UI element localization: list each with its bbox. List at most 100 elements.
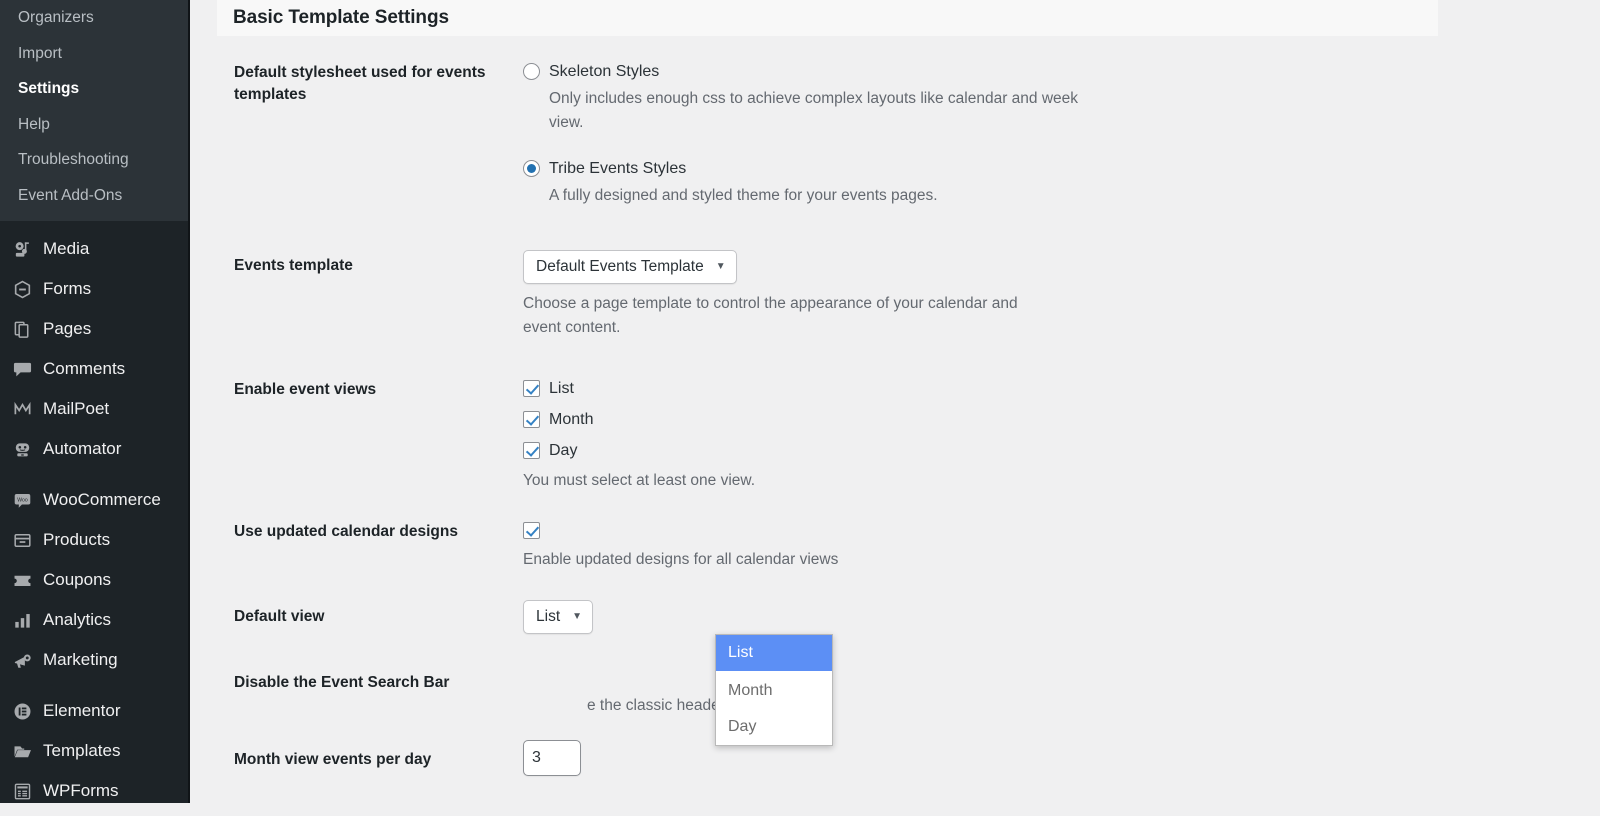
submenu-item-label: Organizers [18, 9, 94, 26]
menu-separator [0, 680, 188, 691]
events-template-select[interactable]: Default Events Template ▼ [523, 250, 737, 284]
menu-item-media[interactable]: Media [0, 229, 188, 269]
menu-item-mailpoet[interactable]: MailPoet [0, 389, 188, 429]
checkbox-view-day[interactable] [523, 442, 540, 459]
default-view-value: List [536, 608, 561, 625]
checkbox-label-month: Month [549, 411, 594, 428]
field-enable-event-views: List Month Day You must select at least … [523, 379, 1423, 493]
menu-item-wpforms[interactable]: WPForms [0, 771, 188, 803]
events-template-value: Default Events Template [536, 258, 704, 275]
menu-item-pages[interactable]: Pages [0, 309, 188, 349]
submenu-item-event-add-ons[interactable]: Event Add-Ons [0, 178, 188, 214]
menu-item-label: Forms [43, 279, 92, 298]
menu-item-automator[interactable]: Automator [0, 429, 188, 469]
menu-item-label: Templates [43, 741, 121, 760]
menu-item-label: Pages [43, 319, 92, 338]
label-enable-event-views: Enable event views [234, 381, 377, 398]
radio-skeleton-styles[interactable] [523, 63, 540, 80]
field-default-stylesheet: Skeleton Styles Only includes enough css… [523, 62, 1423, 208]
checkbox-option-month[interactable]: Month [523, 410, 1423, 430]
settings-main-content: Basic Template Settings Default styleshe… [192, 0, 1600, 803]
label-default-stylesheet: Default stylesheet used for events templ… [234, 64, 486, 103]
checkbox-option-list[interactable]: List [523, 379, 1423, 399]
submenu-item-label: Help [18, 115, 50, 133]
label-month-events-per-day: Month view events per day [234, 751, 432, 768]
chevron-down-icon: ▼ [572, 611, 583, 622]
menu-item-products[interactable]: Products [0, 520, 188, 560]
woocommerce-icon: Woo [9, 489, 35, 511]
row-default-stylesheet: Default stylesheet used for events templ… [192, 36, 1600, 236]
radio-option-tribe[interactable]: Tribe Events Styles [523, 159, 1423, 179]
desc-events-template: Choose a page template to control the ap… [523, 295, 1018, 336]
menu-item-analytics[interactable]: Analytics [0, 600, 188, 640]
coupons-ticket-icon [9, 569, 35, 591]
checkbox-option-updated-designs[interactable] [523, 521, 1423, 539]
marketing-megaphone-icon [9, 649, 35, 671]
menu-item-elementor[interactable]: Elementor [0, 691, 188, 731]
menu-item-woocommerce[interactable]: Woo WooCommerce [0, 480, 188, 520]
default-view-dropdown-options[interactable]: List Month Day [715, 634, 833, 746]
field-default-view: List ▼ [523, 600, 1423, 634]
checkbox-updated-calendar-designs[interactable] [523, 522, 540, 539]
checkbox-label-day: Day [549, 442, 578, 459]
label-updated-calendar-designs: Use updated calendar designs [234, 523, 458, 540]
radio-option-skeleton[interactable]: Skeleton Styles [523, 62, 1423, 82]
templates-folder-icon [9, 740, 35, 762]
dropdown-option-month[interactable]: Month [716, 673, 832, 709]
pages-icon [9, 318, 35, 340]
elementor-icon [9, 700, 35, 722]
admin-sidebar: Organizers Import Settings Help Troubleshoot… [0, 0, 190, 803]
menu-item-label: Automator [43, 439, 122, 458]
month-events-per-day-input[interactable] [523, 740, 581, 776]
submenu-item-label: Settings [18, 80, 80, 97]
dropdown-option-list[interactable]: List [716, 635, 832, 673]
desc-updated-calendar-designs: Enable updated designs for all calendar … [523, 551, 839, 568]
menu-item-templates[interactable]: Templates [0, 731, 188, 771]
radio-label-skeleton: Skeleton Styles [549, 63, 660, 80]
dropdown-option-day[interactable]: Day [716, 709, 832, 745]
menu-item-label: Media [43, 239, 90, 258]
svg-text:Woo: Woo [17, 497, 28, 503]
submenu-item-troubleshooting[interactable]: Troubleshooting [0, 142, 188, 178]
products-box-icon [9, 529, 35, 551]
menu-item-label: WooCommerce [43, 490, 161, 509]
field-month-events-per-day [523, 740, 1423, 776]
menu-item-forms[interactable]: Forms [0, 269, 188, 309]
menu-item-coupons[interactable]: Coupons [0, 560, 188, 600]
default-view-select[interactable]: List ▼ [523, 600, 594, 634]
menu-item-comments[interactable]: Comments [0, 349, 188, 389]
wpforms-icon [9, 780, 35, 802]
media-icon [9, 238, 35, 260]
automator-robot-icon [9, 438, 35, 460]
submenu-item-settings[interactable]: Settings [0, 71, 188, 107]
menu-item-label: Products [43, 530, 111, 549]
checkbox-view-month[interactable] [523, 411, 540, 428]
submenu-item-import[interactable]: Import [0, 36, 188, 72]
menu-item-label: Coupons [43, 570, 112, 589]
label-default-view: Default view [234, 608, 325, 625]
menu-item-label: WPForms [43, 781, 119, 800]
radio-tribe-events-styles[interactable] [523, 160, 540, 177]
mailpoet-icon [9, 398, 35, 420]
comments-icon [9, 358, 35, 380]
submenu-item-label: Import [18, 44, 62, 62]
desc-enable-event-views: You must select at least one view. [523, 472, 756, 489]
label-events-template: Events template [234, 257, 353, 274]
page-title: Basic Template Settings [233, 7, 449, 28]
desc-tribe-events-styles: A fully designed and styled theme for yo… [549, 187, 938, 204]
checkbox-view-list[interactable] [523, 380, 540, 397]
events-submenu: Organizers Import Settings Help Troubleshoot… [0, 0, 188, 221]
submenu-item-help[interactable]: Help [0, 107, 188, 143]
wordpress-admin-screen: Organizers Import Settings Help Troubleshoot… [0, 0, 1600, 803]
radio-label-tribe: Tribe Events Styles [549, 160, 687, 177]
row-month-events-per-day: Month view events per day [192, 740, 1600, 816]
checkbox-option-day[interactable]: Day [523, 441, 1423, 461]
submenu-item-label: Event Add-Ons [18, 186, 123, 204]
submenu-item-organizers[interactable]: Organizers [0, 0, 188, 36]
row-events-template: Events template Default Events Template … [192, 236, 1600, 366]
analytics-bars-icon [9, 609, 35, 631]
admin-main-menu: Media Forms Pages Comments MailPoet Automator… [0, 221, 188, 803]
row-default-view: Default view List ▼ [192, 600, 1600, 672]
menu-item-marketing[interactable]: Marketing [0, 640, 188, 680]
menu-item-label: Marketing [43, 650, 118, 669]
